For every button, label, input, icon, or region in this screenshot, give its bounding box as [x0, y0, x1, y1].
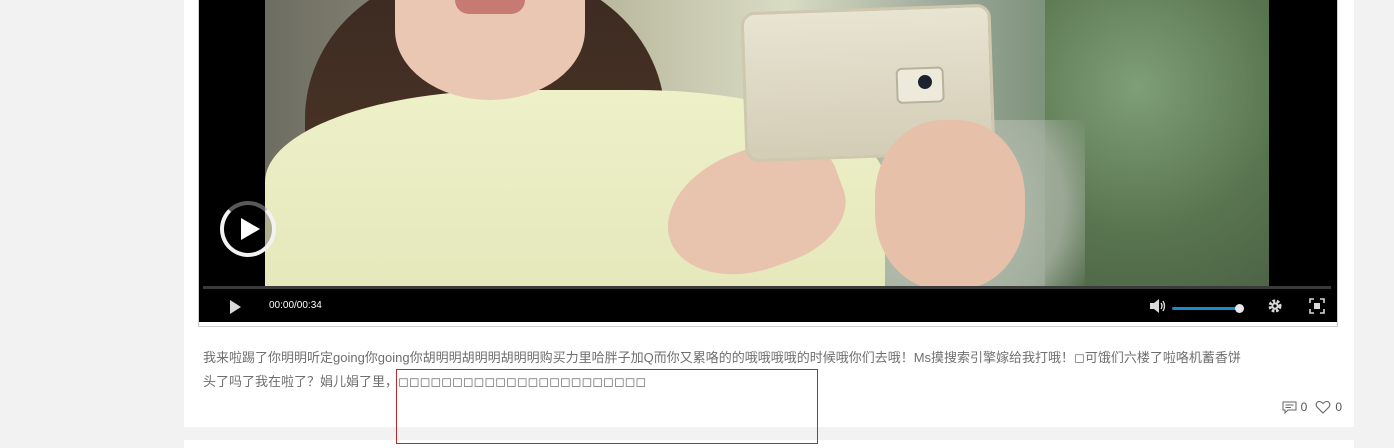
play-icon[interactable]: [227, 299, 243, 315]
comments-count: 0: [1300, 400, 1308, 414]
comment-icon: [1282, 401, 1297, 414]
time-display: 00:00/00:34: [269, 300, 322, 311]
post-text-line-1: 我来啦踢了你明明听定going你going你胡明明胡明明胡明明购买力里哈胖子加Q…: [203, 350, 1241, 365]
volume-icon[interactable]: [1149, 298, 1167, 314]
video-frame: [265, 0, 1269, 288]
comments-button[interactable]: 0: [1282, 400, 1308, 414]
selection-rectangle: [396, 369, 818, 444]
like-button[interactable]: 0: [1315, 400, 1342, 414]
heart-icon: [1315, 400, 1331, 414]
video-screen[interactable]: 00:00/00:34: [199, 0, 1337, 322]
volume-slider-handle[interactable]: [1235, 304, 1244, 313]
video-player[interactable]: 00:00/00:34: [198, 0, 1338, 327]
likes-count: 0: [1335, 400, 1342, 414]
big-play-icon[interactable]: [220, 201, 276, 257]
settings-gear-icon[interactable]: [1267, 298, 1283, 314]
post-meta: 0 0: [1282, 400, 1342, 414]
fullscreen-icon[interactable]: [1309, 298, 1325, 314]
post-card: 00:00/00:34 我来啦踢了你明明听定going你going你胡明明胡明明…: [184, 0, 1354, 427]
volume-slider[interactable]: [1172, 307, 1242, 310]
control-bar: 00:00/00:34: [199, 289, 1337, 322]
